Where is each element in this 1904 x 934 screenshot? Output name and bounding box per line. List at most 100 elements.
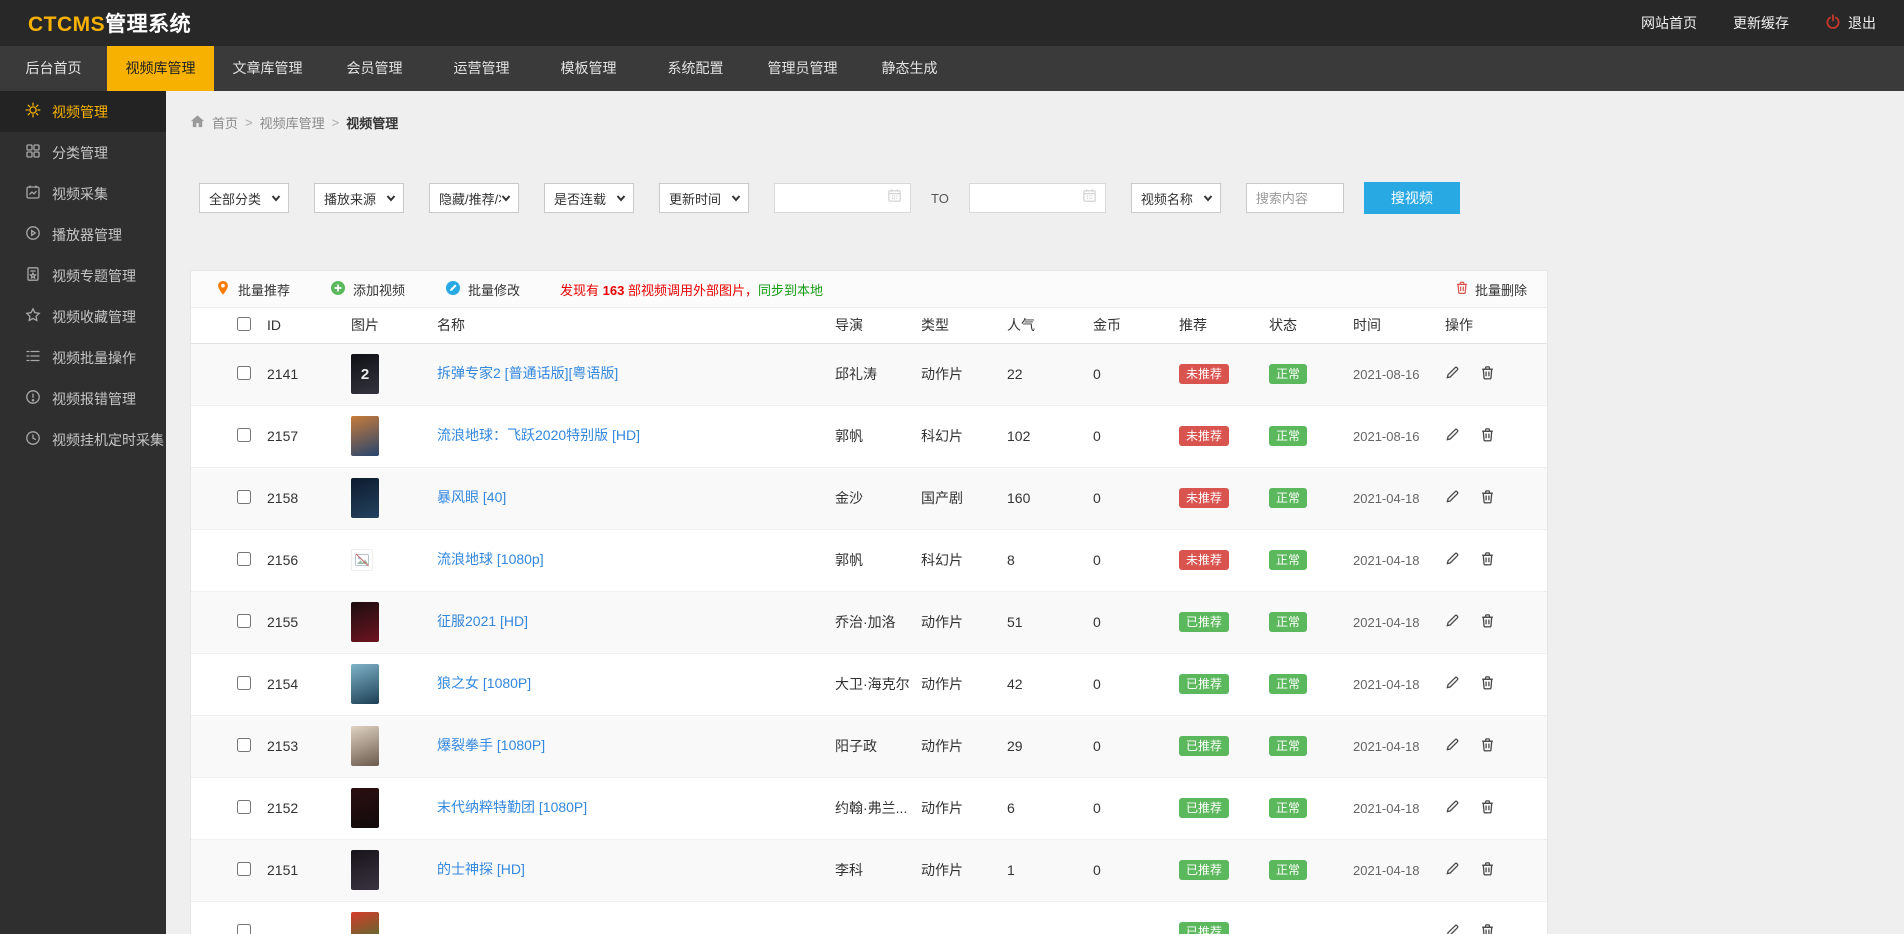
status-badge[interactable]: 正常 bbox=[1269, 860, 1308, 880]
play-source-select[interactable]: 播放来源 bbox=[314, 183, 404, 213]
video-thumbnail[interactable] bbox=[351, 726, 379, 766]
sidebar-item-video-error-manage[interactable]: 视频报错管理 bbox=[0, 378, 166, 419]
row-checkbox[interactable] bbox=[237, 923, 251, 934]
edit-icon[interactable] bbox=[1445, 923, 1460, 934]
edit-icon[interactable] bbox=[1445, 675, 1460, 693]
sidebar-item-video-timed-collect[interactable]: 视频挂机定时采集 bbox=[0, 419, 166, 460]
tab-article-library[interactable]: 文章库管理 bbox=[214, 46, 321, 91]
status-badge[interactable]: 正常 bbox=[1269, 488, 1308, 508]
row-checkbox[interactable] bbox=[237, 551, 251, 566]
breadcrumb-home[interactable]: 首页 bbox=[212, 113, 238, 132]
tab-video-library[interactable]: 视频库管理 bbox=[107, 46, 214, 91]
search-field-select[interactable]: 视频名称 bbox=[1130, 183, 1221, 213]
add-video-button[interactable]: 添加视频 bbox=[330, 280, 405, 299]
edit-icon[interactable] bbox=[1445, 365, 1460, 383]
status-badge[interactable]: 正常 bbox=[1269, 550, 1308, 570]
delete-icon[interactable] bbox=[1480, 613, 1495, 631]
logout-button[interactable]: 退出 bbox=[1825, 13, 1876, 33]
recommend-badge[interactable]: 未推荐 bbox=[1179, 364, 1230, 384]
delete-icon[interactable] bbox=[1480, 737, 1495, 755]
tab-operations[interactable]: 运营管理 bbox=[428, 46, 535, 91]
batch-edit-button[interactable]: 批量修改 bbox=[445, 280, 520, 299]
edit-icon[interactable] bbox=[1445, 799, 1460, 817]
row-checkbox[interactable] bbox=[237, 365, 251, 380]
video-name-link[interactable]: 流浪地球：飞跃2020特别版 [HD] bbox=[437, 425, 640, 445]
recommend-badge[interactable]: 已推荐 bbox=[1179, 736, 1230, 756]
video-thumbnail[interactable] bbox=[351, 850, 379, 890]
recommend-badge[interactable]: 已推荐 bbox=[1179, 674, 1230, 694]
edit-icon[interactable] bbox=[1445, 861, 1460, 879]
search-input[interactable] bbox=[1245, 183, 1344, 213]
row-checkbox[interactable] bbox=[237, 675, 251, 690]
video-thumbnail[interactable] bbox=[351, 788, 379, 828]
row-checkbox[interactable] bbox=[237, 489, 251, 504]
sidebar-item-video-favorite-manage[interactable]: 视频收藏管理 bbox=[0, 296, 166, 337]
recommend-badge[interactable]: 已推荐 bbox=[1179, 922, 1230, 934]
sidebar-item-video-batch-ops[interactable]: 视频批量操作 bbox=[0, 337, 166, 378]
video-name-link[interactable]: 狼之女 [1080P] bbox=[437, 673, 531, 693]
edit-icon[interactable] bbox=[1445, 551, 1460, 569]
row-checkbox[interactable] bbox=[237, 861, 251, 876]
status-badge[interactable]: 正常 bbox=[1269, 612, 1308, 632]
video-thumbnail[interactable]: 2 bbox=[351, 354, 379, 394]
row-checkbox[interactable] bbox=[237, 427, 251, 442]
batch-recommend-button[interactable]: 批量推荐 bbox=[215, 280, 290, 299]
delete-icon[interactable] bbox=[1480, 675, 1495, 693]
date-to-input[interactable] bbox=[968, 183, 1106, 213]
breadcrumb-video-library[interactable]: 视频库管理 bbox=[260, 113, 325, 132]
status-badge[interactable]: 正常 bbox=[1269, 364, 1308, 384]
row-checkbox[interactable] bbox=[237, 613, 251, 628]
sidebar-item-video-manage[interactable]: 视频管理 bbox=[0, 91, 166, 132]
status-badge[interactable]: 正常 bbox=[1269, 798, 1308, 818]
status-badge[interactable]: 正常 bbox=[1269, 736, 1308, 756]
sidebar-item-player-manage[interactable]: 播放器管理 bbox=[0, 214, 166, 255]
recommend-badge[interactable]: 未推荐 bbox=[1179, 426, 1230, 446]
video-name-link[interactable]: 爆裂拳手 [1080P] bbox=[437, 735, 545, 755]
delete-icon[interactable] bbox=[1480, 489, 1495, 507]
tab-static-generate[interactable]: 静态生成 bbox=[856, 46, 963, 91]
tab-admin-home[interactable]: 后台首页 bbox=[0, 46, 107, 91]
visibility-select[interactable]: 隐藏/推荐/状态 bbox=[429, 183, 519, 213]
video-name-link[interactable]: 拆弹专家2 [普通话版][粤语版] bbox=[437, 363, 618, 383]
delete-icon[interactable] bbox=[1480, 923, 1495, 934]
sidebar-item-video-topic-manage[interactable]: 视频专题管理 bbox=[0, 255, 166, 296]
video-name-link[interactable]: 征服2021 [HD] bbox=[437, 611, 528, 631]
delete-icon[interactable] bbox=[1480, 427, 1495, 445]
sync-local-link[interactable]: 同步到本地 bbox=[758, 283, 823, 298]
delete-icon[interactable] bbox=[1480, 365, 1495, 383]
row-checkbox[interactable] bbox=[237, 799, 251, 814]
tab-templates[interactable]: 模板管理 bbox=[535, 46, 642, 91]
status-badge[interactable]: 正常 bbox=[1269, 674, 1308, 694]
category-select[interactable]: 全部分类 bbox=[199, 183, 289, 213]
refresh-cache-link[interactable]: 更新缓存 bbox=[1733, 13, 1789, 33]
delete-icon[interactable] bbox=[1480, 799, 1495, 817]
video-thumbnail[interactable] bbox=[351, 664, 379, 704]
edit-icon[interactable] bbox=[1445, 737, 1460, 755]
recommend-badge[interactable]: 未推荐 bbox=[1179, 550, 1230, 570]
select-all-checkbox[interactable] bbox=[237, 316, 251, 331]
date-from-input[interactable] bbox=[774, 183, 911, 213]
edit-icon[interactable] bbox=[1445, 489, 1460, 507]
sidebar-item-video-collect[interactable]: 视频采集 bbox=[0, 173, 166, 214]
time-field-select[interactable]: 更新时间 bbox=[659, 183, 749, 213]
video-thumbnail[interactable] bbox=[351, 549, 373, 571]
video-thumbnail[interactable] bbox=[351, 912, 379, 934]
video-name-link[interactable]: 暴风眼 [40] bbox=[437, 487, 506, 507]
video-thumbnail[interactable] bbox=[351, 602, 379, 642]
row-checkbox[interactable] bbox=[237, 737, 251, 752]
delete-icon[interactable] bbox=[1480, 861, 1495, 879]
tab-system-config[interactable]: 系统配置 bbox=[642, 46, 749, 91]
tab-admin-users[interactable]: 管理员管理 bbox=[749, 46, 856, 91]
video-name-link[interactable]: 末代纳粹特勤团 [1080P] bbox=[437, 797, 587, 817]
recommend-badge[interactable]: 已推荐 bbox=[1179, 612, 1230, 632]
tab-members[interactable]: 会员管理 bbox=[321, 46, 428, 91]
video-name-link[interactable]: 的士神探 [HD] bbox=[437, 859, 525, 879]
delete-icon[interactable] bbox=[1480, 551, 1495, 569]
search-video-button[interactable]: 搜视频 bbox=[1363, 182, 1460, 214]
status-badge[interactable]: 正常 bbox=[1269, 426, 1308, 446]
edit-icon[interactable] bbox=[1445, 613, 1460, 631]
video-name-link[interactable]: 流浪地球 [1080p] bbox=[437, 549, 544, 569]
site-home-link[interactable]: 网站首页 bbox=[1641, 13, 1697, 33]
sidebar-item-category-manage[interactable]: 分类管理 bbox=[0, 132, 166, 173]
video-thumbnail[interactable] bbox=[351, 478, 379, 518]
